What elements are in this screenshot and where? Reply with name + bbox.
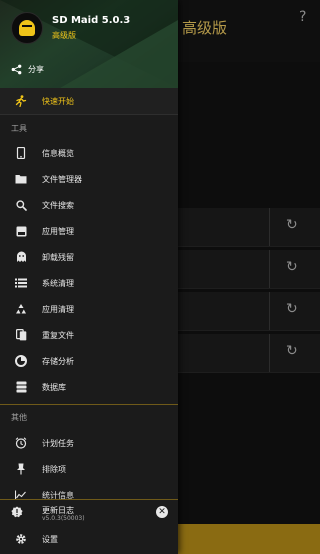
app-name: SD Maid 5.0.3 [52, 15, 131, 26]
refresh-icon[interactable]: ↻ [286, 217, 298, 233]
alarm-icon [0, 437, 42, 449]
drawer-header: SD Maid 5.0.3 高级版 分享 [0, 0, 178, 88]
share-icon [11, 64, 22, 75]
nav-item-label: 重复文件 [42, 330, 74, 340]
alert-icon [11, 506, 23, 518]
background-card[interactable]: ↻ [178, 334, 320, 373]
nav-item-storage-analyzer[interactable]: 存储分析 [0, 348, 178, 374]
nav-item-overview[interactable]: 信息概览 [0, 140, 178, 166]
nav-item-databases[interactable]: 数据库 [0, 374, 178, 400]
share-button[interactable]: 分享 [11, 64, 44, 75]
changelog-item[interactable]: 更新日志 v5.0.3(50003) ✕ [0, 500, 178, 526]
nav-item-label: 排除项 [42, 464, 66, 474]
refresh-icon[interactable]: ↻ [286, 301, 298, 317]
nav-item-label: 应用清理 [42, 304, 74, 314]
header-decoration [60, 20, 178, 88]
refresh-icon[interactable]: ↻ [286, 343, 298, 359]
app-edition: 高级版 [52, 31, 76, 40]
droid-icon [19, 20, 35, 36]
nav-item-appcontrol[interactable]: 应用管理 [0, 218, 178, 244]
nav-item-label: 快速开始 [42, 96, 74, 106]
app-toolbar-title: 高级版 [182, 19, 228, 37]
card-separator [269, 334, 270, 372]
pie-chart-icon [0, 355, 42, 367]
nav-item-quickstart[interactable]: 快速开始 [0, 88, 178, 114]
share-label: 分享 [28, 65, 44, 74]
nav-item-label: 文件搜索 [42, 200, 74, 210]
ghost-icon [0, 251, 42, 263]
list-icon [0, 278, 42, 288]
nav-item-label: 卸载残留 [42, 252, 74, 262]
help-icon[interactable]: ? [299, 9, 306, 25]
changelog-version: v5.0.3(50003) [42, 515, 85, 522]
nav-item-label: 系统清理 [42, 278, 74, 288]
nav-item-label: 存储分析 [42, 356, 74, 366]
nav-item-systemcleaner[interactable]: 系统清理 [0, 270, 178, 296]
nav-item-label: 信息概览 [42, 148, 74, 158]
card-separator [269, 208, 270, 246]
nav-item-label: 文件管理器 [42, 174, 82, 184]
navigation-drawer: SD Maid 5.0.3 高级版 分享 快速开始 工具 信息概览 文件管理器 [0, 0, 178, 554]
running-person-icon [0, 95, 42, 107]
duplicate-icon [0, 329, 42, 341]
divider [0, 114, 178, 115]
refresh-icon[interactable]: ↻ [286, 259, 298, 275]
close-icon[interactable]: ✕ [156, 506, 168, 518]
nav-item-explorer[interactable]: 文件管理器 [0, 166, 178, 192]
section-header-tools: 工具 [11, 124, 27, 133]
background-card[interactable]: ↻ [178, 292, 320, 331]
nav-item-label: 设置 [42, 534, 58, 544]
nav-item-corpsefinder[interactable]: 卸载残留 [0, 244, 178, 270]
section-header-other: 其他 [11, 413, 27, 422]
nav-item-label: 数据库 [42, 382, 66, 392]
nav-item-duplicates[interactable]: 重复文件 [0, 322, 178, 348]
search-icon [0, 199, 42, 211]
pin-icon [0, 463, 42, 475]
recycle-icon [0, 303, 42, 315]
background-card[interactable]: ↻ [178, 208, 320, 247]
nav-item-label: 应用管理 [42, 226, 74, 236]
nav-item-label: 计划任务 [42, 438, 74, 448]
app-box-icon [0, 226, 42, 237]
bottom-action-bar[interactable] [178, 524, 320, 554]
nav-item-settings[interactable]: 设置 [0, 526, 178, 552]
folder-icon [0, 174, 42, 184]
nav-item-exclusions[interactable]: 排除项 [0, 456, 178, 482]
nav-item-scheduler[interactable]: 计划任务 [0, 430, 178, 456]
divider [0, 404, 178, 405]
background-card[interactable]: ↻ [178, 250, 320, 289]
nav-item-appcleaner[interactable]: 应用清理 [0, 296, 178, 322]
card-separator [269, 250, 270, 288]
database-icon [0, 381, 42, 393]
gear-icon [0, 533, 42, 545]
app-logo [11, 12, 43, 44]
nav-item-searcher[interactable]: 文件搜索 [0, 192, 178, 218]
card-separator [269, 292, 270, 330]
phone-icon [0, 147, 42, 159]
